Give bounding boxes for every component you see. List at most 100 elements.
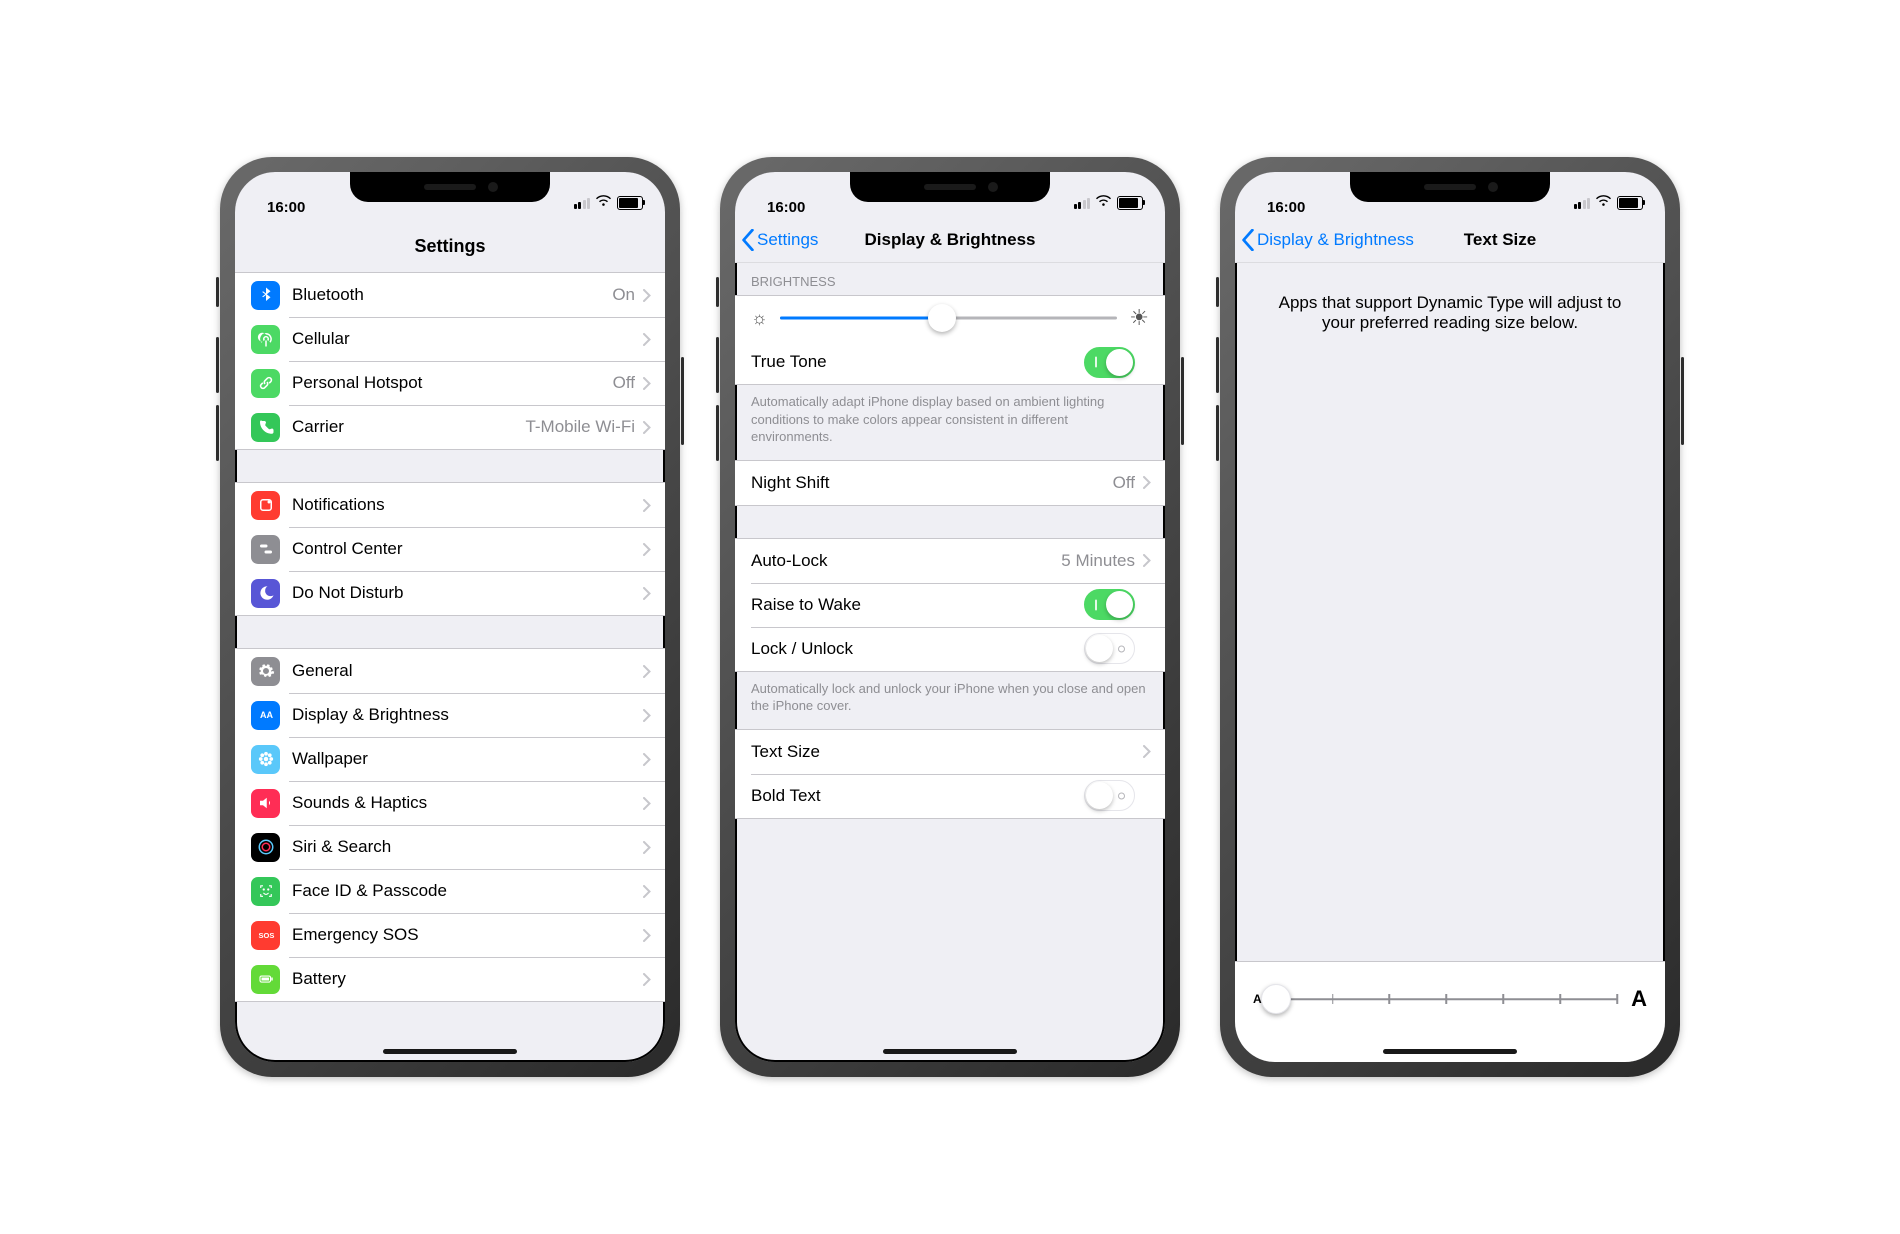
bold-text-label: Bold Text bbox=[751, 774, 1084, 818]
settings-row-battery[interactable]: Battery bbox=[235, 957, 665, 1001]
back-button[interactable]: Settings bbox=[741, 218, 818, 262]
true-tone-label: True Tone bbox=[751, 340, 1084, 384]
chevron-right-icon bbox=[1143, 745, 1151, 758]
sun-large-icon: ☀ bbox=[1129, 305, 1149, 331]
bold-text-toggle[interactable] bbox=[1084, 780, 1135, 811]
faceid-icon bbox=[251, 877, 280, 906]
battery-icon bbox=[617, 196, 643, 210]
nav-bar: Settings Display & Brightness bbox=[735, 218, 1165, 263]
settings-row-siri-search[interactable]: Siri & Search bbox=[235, 825, 665, 869]
row-label: General bbox=[292, 649, 643, 693]
brightness-slider[interactable] bbox=[780, 304, 1118, 332]
speaker-icon bbox=[251, 789, 280, 818]
settings-row-notifications[interactable]: Notifications bbox=[235, 483, 665, 527]
row-label: Sounds & Haptics bbox=[292, 781, 643, 825]
settings-row-control-center[interactable]: Control Center bbox=[235, 527, 665, 571]
text-size-slider[interactable] bbox=[1276, 984, 1617, 1014]
svg-text:SOS: SOS bbox=[258, 931, 274, 940]
row-label: Wallpaper bbox=[292, 737, 643, 781]
link-icon bbox=[251, 369, 280, 398]
chevron-right-icon bbox=[643, 499, 651, 512]
row-label: Emergency SOS bbox=[292, 913, 643, 957]
settings-row-personal-hotspot[interactable]: Personal HotspotOff bbox=[235, 361, 665, 405]
back-button[interactable]: Display & Brightness bbox=[1241, 218, 1414, 262]
chevron-right-icon bbox=[643, 665, 651, 678]
night-shift-row[interactable]: Night Shift Off bbox=[735, 461, 1165, 505]
bold-text-row: Bold Text bbox=[735, 774, 1165, 818]
text-size-slider-panel: A A bbox=[1235, 961, 1665, 1062]
gear-icon bbox=[251, 657, 280, 686]
raise-to-wake-toggle[interactable] bbox=[1084, 589, 1135, 620]
home-indicator[interactable] bbox=[1383, 1049, 1517, 1054]
bluetooth-icon bbox=[251, 281, 280, 310]
text-size-row[interactable]: Text Size bbox=[735, 730, 1165, 774]
text-size-label: Text Size bbox=[751, 730, 1143, 774]
status-time: 16:00 bbox=[267, 199, 305, 216]
settings-row-sounds-haptics[interactable]: Sounds & Haptics bbox=[235, 781, 665, 825]
battery-icon bbox=[1617, 196, 1643, 210]
flower-icon bbox=[251, 745, 280, 774]
settings-row-cellular[interactable]: Cellular bbox=[235, 317, 665, 361]
chevron-right-icon bbox=[643, 929, 651, 942]
lock-unlock-toggle[interactable] bbox=[1084, 633, 1135, 664]
home-indicator[interactable] bbox=[883, 1049, 1017, 1054]
settings-row-face-id-passcode[interactable]: Face ID & Passcode bbox=[235, 869, 665, 913]
phone-text-size: 16:00 Display & Brightness Text Size App… bbox=[1220, 157, 1680, 1077]
phone-display-brightness: 16:00 Settings Display & Brightness BRIG… bbox=[720, 157, 1180, 1077]
chevron-right-icon bbox=[643, 587, 651, 600]
lock-unlock-footer: Automatically lock and unlock your iPhon… bbox=[735, 672, 1165, 729]
brightness-slider-row: ☼ ☀ bbox=[735, 296, 1165, 340]
phone-settings: 16:00 Settings BluetoothOnCellularPerson… bbox=[220, 157, 680, 1077]
page-title: Text Size bbox=[1464, 230, 1536, 250]
raise-to-wake-label: Raise to Wake bbox=[751, 583, 1084, 627]
lock-unlock-label: Lock / Unlock bbox=[751, 627, 1084, 671]
moon-icon bbox=[251, 579, 280, 608]
chevron-right-icon bbox=[643, 377, 651, 390]
group-notifications: NotificationsControl CenterDo Not Distur… bbox=[235, 482, 665, 616]
aa-icon: AA bbox=[251, 701, 280, 730]
row-label: Control Center bbox=[292, 527, 643, 571]
notch bbox=[350, 172, 550, 202]
row-label: Display & Brightness bbox=[292, 693, 643, 737]
raise-to-wake-row: Raise to Wake bbox=[735, 583, 1165, 627]
settings-row-wallpaper[interactable]: Wallpaper bbox=[235, 737, 665, 781]
chevron-right-icon bbox=[643, 797, 651, 810]
signal-icon bbox=[1574, 198, 1591, 209]
settings-row-emergency-sos[interactable]: SOS Emergency SOS bbox=[235, 913, 665, 957]
settings-row-bluetooth[interactable]: BluetoothOn bbox=[235, 273, 665, 317]
night-shift-label: Night Shift bbox=[751, 461, 1113, 505]
status-time: 16:00 bbox=[767, 199, 805, 216]
battery-icon bbox=[251, 965, 280, 994]
settings-row-do-not-disturb[interactable]: Do Not Disturb bbox=[235, 571, 665, 615]
row-label: Face ID & Passcode bbox=[292, 869, 643, 913]
auto-lock-row[interactable]: Auto-Lock 5 Minutes bbox=[735, 539, 1165, 583]
chevron-right-icon bbox=[643, 543, 651, 556]
row-label: Battery bbox=[292, 957, 643, 1001]
home-indicator[interactable] bbox=[383, 1049, 517, 1054]
back-label: Settings bbox=[757, 230, 818, 250]
night-shift-detail: Off bbox=[1113, 473, 1135, 493]
wifi-icon bbox=[1096, 194, 1111, 212]
settings-row-carrier[interactable]: CarrierT-Mobile Wi-Fi bbox=[235, 405, 665, 449]
chevron-right-icon bbox=[1143, 476, 1151, 489]
row-detail: On bbox=[612, 285, 635, 305]
row-label: Siri & Search bbox=[292, 825, 643, 869]
brightness-header: BRIGHTNESS bbox=[735, 260, 1165, 295]
signal-icon bbox=[1074, 198, 1091, 209]
siri-icon bbox=[251, 833, 280, 862]
true-tone-footer: Automatically adapt iPhone display based… bbox=[735, 385, 1165, 460]
sos-icon: SOS bbox=[251, 921, 280, 950]
settings-row-display-brightness[interactable]: AA Display & Brightness bbox=[235, 693, 665, 737]
row-detail: Off bbox=[613, 373, 635, 393]
chevron-right-icon bbox=[643, 421, 651, 434]
settings-row-general[interactable]: General bbox=[235, 649, 665, 693]
notch bbox=[1350, 172, 1550, 202]
true-tone-row: True Tone bbox=[735, 340, 1165, 384]
large-a-label: A bbox=[1631, 986, 1647, 1012]
auto-lock-label: Auto-Lock bbox=[751, 539, 1061, 583]
row-label: Notifications bbox=[292, 483, 643, 527]
true-tone-toggle[interactable] bbox=[1084, 347, 1135, 378]
phone-icon bbox=[251, 413, 280, 442]
battery-icon bbox=[1117, 196, 1143, 210]
row-label: Bluetooth bbox=[292, 273, 612, 317]
